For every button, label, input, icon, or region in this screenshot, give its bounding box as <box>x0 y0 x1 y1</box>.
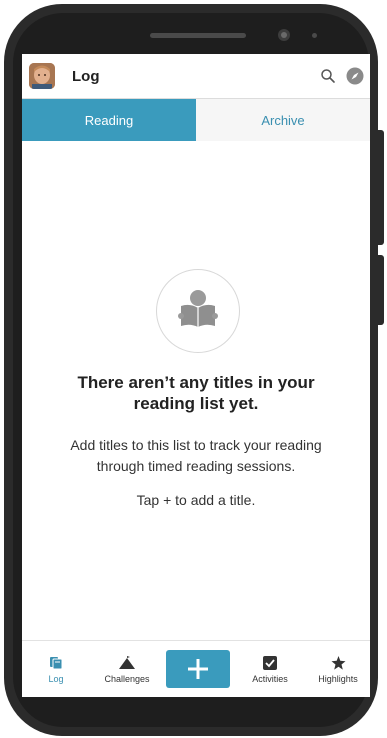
add-title-button[interactable] <box>166 650 230 688</box>
star-icon <box>331 655 345 670</box>
bottom-nav: Log Challenges Activities Highlights <box>22 640 370 697</box>
avatar-photo-icon <box>29 63 55 89</box>
nav-log[interactable]: Log <box>22 641 90 697</box>
empty-state-title-line2: reading list yet. <box>133 394 259 413</box>
app-screen: Log Reading Archive There aren’t any tit… <box>22 54 370 697</box>
empty-state-illustration <box>156 269 240 353</box>
book-log-icon <box>50 656 63 669</box>
plus-icon <box>188 659 208 679</box>
empty-state-title-line1: There aren’t any titles in your <box>77 373 315 392</box>
empty-state-description: Add titles to this list to track your re… <box>22 435 370 477</box>
proximity-sensor <box>312 33 317 38</box>
power-button <box>378 255 384 325</box>
speaker-grille <box>150 33 246 38</box>
empty-state-title: There aren’t any titles in your reading … <box>22 372 370 414</box>
tab-archive[interactable]: Archive <box>196 99 370 141</box>
checkbox-icon <box>263 655 277 670</box>
nav-highlights-label: Highlights <box>318 673 358 684</box>
nav-highlights[interactable]: Highlights <box>306 641 370 697</box>
nav-activities[interactable]: Activities <box>236 641 304 697</box>
top-bar: Log <box>22 54 370 99</box>
mountain-icon <box>119 655 135 669</box>
empty-state-hint: Tap + to add a title. <box>136 492 256 508</box>
nav-activities-label: Activities <box>252 673 288 684</box>
front-camera <box>278 29 290 41</box>
empty-state-description-line1: Add titles to this list to track your re… <box>70 437 322 453</box>
search-icon[interactable] <box>320 68 336 84</box>
nav-challenges-label: Challenges <box>104 673 150 684</box>
nav-log-label: Log <box>48 673 64 684</box>
tab-reading[interactable]: Reading <box>22 99 196 141</box>
avatar[interactable] <box>29 63 55 89</box>
empty-state-description-line2: through timed reading sessions. <box>96 458 296 474</box>
reader-icon <box>178 290 218 327</box>
tab-bar: Reading Archive <box>22 99 370 141</box>
nav-challenges[interactable]: Challenges <box>92 641 162 697</box>
volume-button <box>378 130 384 245</box>
page-title: Log <box>72 67 100 85</box>
compass-icon[interactable] <box>346 67 364 85</box>
